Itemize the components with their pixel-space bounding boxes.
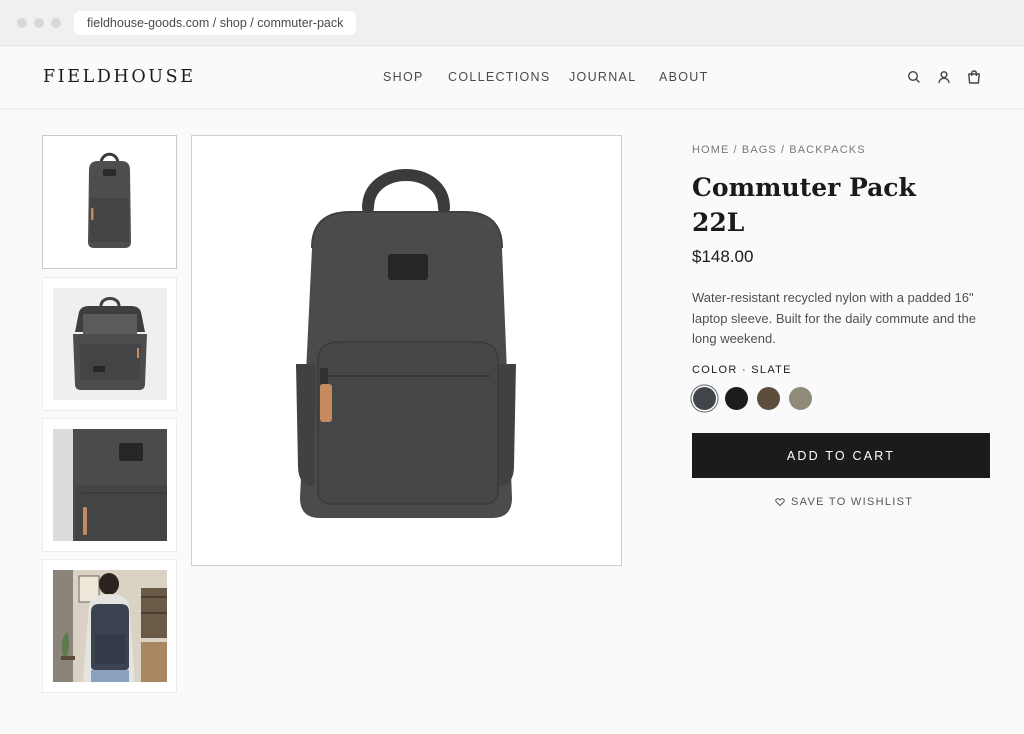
backpack-open-image xyxy=(53,288,167,400)
product-title-line-2: 22L xyxy=(692,208,745,237)
cart-icon[interactable] xyxy=(966,69,982,85)
backpack-front-image xyxy=(43,136,176,268)
backpack-hero-image xyxy=(192,136,621,565)
swatch-black[interactable] xyxy=(725,387,748,410)
nav-link-shop[interactable]: SHOP xyxy=(383,70,424,84)
thumb-lifestyle[interactable] xyxy=(42,559,177,693)
product-main-image[interactable] xyxy=(191,135,622,566)
thumb-detail[interactable] xyxy=(42,418,177,552)
product-price: $148.00 xyxy=(692,247,754,266)
account-icon[interactable] xyxy=(936,69,952,85)
heart-icon xyxy=(775,498,785,507)
color-label: COLOR · SLATE xyxy=(692,364,792,376)
nav-link-collections[interactable]: COLLECTIONS xyxy=(448,70,551,84)
nav-link-journal[interactable]: JOURNAL xyxy=(569,70,636,84)
product-title-line-1: Commuter Pack xyxy=(692,173,916,202)
nav-link-about[interactable]: ABOUT xyxy=(659,70,709,84)
swatch-brown[interactable] xyxy=(757,387,780,410)
breadcrumb[interactable]: HOME / BAGS / BACKPACKS xyxy=(692,144,866,156)
address-bar[interactable]: fieldhouse-goods.com / shop / commuter-p… xyxy=(74,11,357,35)
window-dot-maximize[interactable] xyxy=(51,18,61,28)
backpack-lifestyle-image xyxy=(53,570,167,682)
wishlist-label: SAVE TO WISHLIST xyxy=(791,496,914,508)
swatch-taupe[interactable] xyxy=(789,387,812,410)
product-title: Commuter Pack 22L xyxy=(692,170,932,240)
search-icon[interactable] xyxy=(906,69,922,85)
site-header: FIELDHOUSE SHOP COLLECTIONS JOURNAL ABOU… xyxy=(0,47,1024,109)
browser-toolbar: fieldhouse-goods.com / shop / commuter-p… xyxy=(0,0,1024,46)
window-dot-close[interactable] xyxy=(17,18,27,28)
product-description: Water-resistant recycled nylon with a pa… xyxy=(692,290,976,346)
add-to-cart-button[interactable]: ADD TO CART xyxy=(692,433,990,478)
save-to-wishlist-link[interactable]: SAVE TO WISHLIST xyxy=(775,496,913,508)
swatch-slate[interactable] xyxy=(693,387,716,410)
window-dot-minimize[interactable] xyxy=(34,18,44,28)
thumb-front[interactable] xyxy=(42,135,177,269)
site-logo[interactable]: FIELDHOUSE xyxy=(43,67,196,87)
backpack-detail-image xyxy=(53,429,167,541)
thumb-open[interactable] xyxy=(42,277,177,411)
